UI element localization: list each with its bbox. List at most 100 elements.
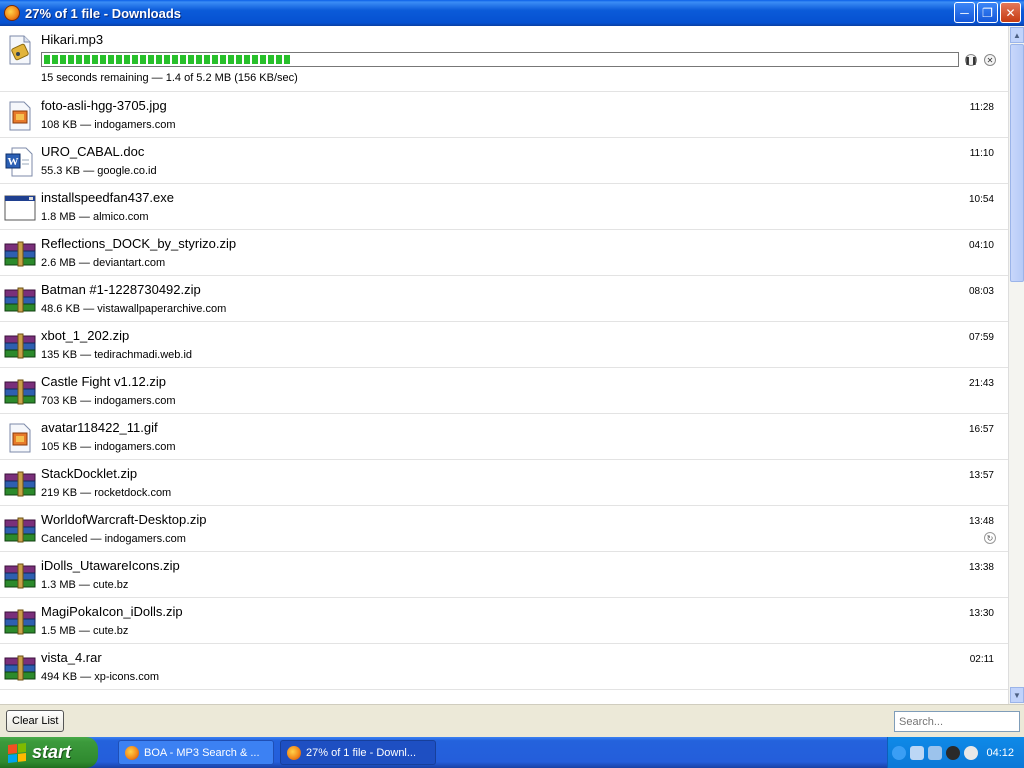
- download-time: 21:43: [968, 378, 994, 389]
- tux-icon[interactable]: [946, 745, 960, 760]
- download-time: 13:38: [968, 562, 994, 573]
- audio-file-icon: [4, 34, 36, 66]
- download-row[interactable]: MagiPokaIcon_iDolls.zip 1.5 MB — cute.bz 1…: [0, 598, 1008, 644]
- scroll-up-button[interactable]: ▲: [1010, 27, 1024, 43]
- download-meta: 2.6 MB — deviantart.com: [41, 257, 166, 269]
- download-filename: avatar118422_11.gif: [41, 420, 158, 435]
- download-filename: iDolls_UtawareIcons.zip: [41, 558, 180, 573]
- download-time: 13:48: [968, 516, 994, 527]
- active-download-row[interactable]: Hikari.mp3 ❚❚ ✕ 15 seconds remaining — 1…: [0, 26, 1008, 92]
- download-filename: MagiPokaIcon_iDolls.zip: [41, 604, 183, 619]
- download-row[interactable]: StackDocklet.zip 219 KB — rocketdock.com 1…: [0, 460, 1008, 506]
- close-button[interactable]: ✕: [1000, 2, 1021, 23]
- archive-icon: [4, 376, 36, 408]
- downloads-list: Hikari.mp3 ❚❚ ✕ 15 seconds remaining — 1…: [0, 26, 1008, 704]
- taskbar-item-label: BOA - MP3 Search & ...: [144, 746, 260, 759]
- vertical-scrollbar[interactable]: ▲ ▼: [1008, 26, 1024, 704]
- download-time: 11:10: [969, 148, 994, 159]
- archive-icon: [4, 606, 36, 638]
- start-button[interactable]: start: [0, 737, 98, 768]
- search-input[interactable]: [894, 711, 1020, 732]
- download-row[interactable]: W URO_CABAL.doc 55.3 KB — google.co.id 11:1…: [0, 138, 1008, 184]
- taskbar-item-label: 27% of 1 file - Downl...: [306, 746, 417, 759]
- network-icon[interactable]: [910, 745, 924, 760]
- download-meta: 105 KB — indogamers.com: [41, 441, 176, 453]
- clear-list-button[interactable]: Clear List: [6, 710, 65, 732]
- download-meta: 703 KB — indogamers.com: [41, 395, 176, 407]
- download-filename: xbot_1_202.zip: [41, 328, 130, 343]
- taskbar-item-downloads[interactable]: 27% of 1 file - Downl...: [280, 740, 436, 765]
- download-filename: installspeedfan437.exe: [41, 190, 174, 205]
- download-row[interactable]: Reflections_DOCK_by_styrizo.zip 2.6 MB — …: [0, 230, 1008, 276]
- svg-text:W: W: [8, 156, 19, 168]
- restore-button[interactable]: ❐: [977, 2, 998, 23]
- download-filename: Batman #1-1228730492.zip: [41, 282, 201, 297]
- start-label: start: [32, 742, 72, 762]
- download-row[interactable]: avatar118422_11.gif 105 KB — indogamers.c…: [0, 414, 1008, 460]
- download-row[interactable]: vista_4.rar 494 KB — xp-icons.com 02:11: [0, 644, 1008, 690]
- windows-logo-icon: [8, 742, 26, 763]
- download-progress-bar: [41, 52, 959, 67]
- pause-button[interactable]: ❚❚: [964, 54, 978, 66]
- firefox-icon: [125, 745, 139, 760]
- download-row[interactable]: WorldofWarcraft-Desktop.zip Canceled — in…: [0, 506, 1008, 552]
- archive-icon: [4, 468, 36, 500]
- download-time: 07:59: [968, 332, 994, 343]
- taskbar-item-boa[interactable]: BOA - MP3 Search & ...: [118, 740, 274, 765]
- download-filename: URO_CABAL.doc: [41, 144, 145, 159]
- download-filename: vista_4.rar: [41, 650, 102, 665]
- download-time: 13:57: [968, 470, 994, 481]
- image-file-icon: [4, 422, 36, 454]
- download-filename: Castle Fight v1.12.zip: [41, 374, 167, 389]
- download-time: 16:57: [968, 424, 994, 435]
- archive-icon: [4, 238, 36, 270]
- executable-icon: [4, 192, 36, 224]
- archive-icon: [4, 652, 36, 684]
- download-filename: Reflections_DOCK_by_styrizo.zip: [41, 236, 237, 251]
- image-file-icon: [4, 100, 36, 132]
- download-time: 13:30: [968, 608, 994, 619]
- window-titlebar[interactable]: 27% of 1 file - Downloads ─ ❐ ✕: [0, 0, 1024, 26]
- download-filename: StackDocklet.zip: [41, 466, 138, 481]
- download-status: 15 seconds remaining — 1.4 of 5.2 MB (15…: [41, 72, 298, 84]
- archive-icon: [4, 514, 36, 546]
- download-row[interactable]: xbot_1_202.zip 135 KB — tedirachmadi.web.…: [0, 322, 1008, 368]
- download-row[interactable]: Castle Fight v1.12.zip 703 KB — indogamer…: [0, 368, 1008, 414]
- download-filename: WorldofWarcraft-Desktop.zip: [41, 512, 207, 527]
- download-time: 04:10: [968, 240, 994, 251]
- network-icon[interactable]: [928, 745, 942, 760]
- download-row[interactable]: iDolls_UtawareIcons.zip 1.3 MB — cute.bz 1…: [0, 552, 1008, 598]
- download-meta: 1.3 MB — cute.bz: [41, 579, 129, 591]
- cancel-button[interactable]: ✕: [984, 54, 996, 66]
- clock: 04:12: [986, 746, 1014, 759]
- archive-icon: [4, 560, 36, 592]
- download-meta: 494 KB — xp-icons.com: [41, 671, 159, 683]
- download-meta: 1.8 MB — almico.com: [41, 211, 149, 223]
- retry-icon[interactable]: ↻: [984, 532, 996, 544]
- window-title: 27% of 1 file - Downloads: [25, 5, 182, 21]
- taskbar: start BOA - MP3 Search & ... 27% of 1 fi…: [0, 737, 1024, 768]
- download-time: 08:03: [968, 286, 994, 297]
- firefox-icon: [4, 5, 20, 21]
- download-row[interactable]: foto-asli-hgg-3705.jpg 108 KB — indogamer…: [0, 92, 1008, 138]
- volume-icon[interactable]: [964, 745, 978, 760]
- minimize-button[interactable]: ─: [954, 2, 975, 23]
- download-row[interactable]: installspeedfan437.exe 1.8 MB — almico.co…: [0, 184, 1008, 230]
- download-meta: 48.6 KB — vistawallpaperarchive.com: [41, 303, 227, 315]
- download-row[interactable]: Batman #1-1228730492.zip 48.6 KB — vistaw…: [0, 276, 1008, 322]
- word-document-icon: W: [4, 146, 36, 178]
- download-time: 02:11: [969, 654, 994, 665]
- chevron-left-icon[interactable]: [892, 745, 906, 760]
- downloads-footer: Clear List: [0, 704, 1024, 737]
- scroll-down-button[interactable]: ▼: [1010, 687, 1024, 703]
- download-meta: 55.3 KB — google.co.id: [41, 165, 157, 177]
- download-filename: Hikari.mp3: [41, 32, 104, 47]
- firefox-icon: [287, 745, 301, 760]
- download-time: 11:28: [969, 102, 994, 113]
- download-meta: 135 KB — tedirachmadi.web.id: [41, 349, 193, 361]
- scroll-thumb[interactable]: [1010, 44, 1024, 282]
- system-tray: 04:12: [887, 737, 1024, 768]
- download-meta: Canceled — indogamers.com: [41, 533, 186, 545]
- download-meta: 1.5 MB — cute.bz: [41, 625, 129, 637]
- archive-icon: [4, 330, 36, 362]
